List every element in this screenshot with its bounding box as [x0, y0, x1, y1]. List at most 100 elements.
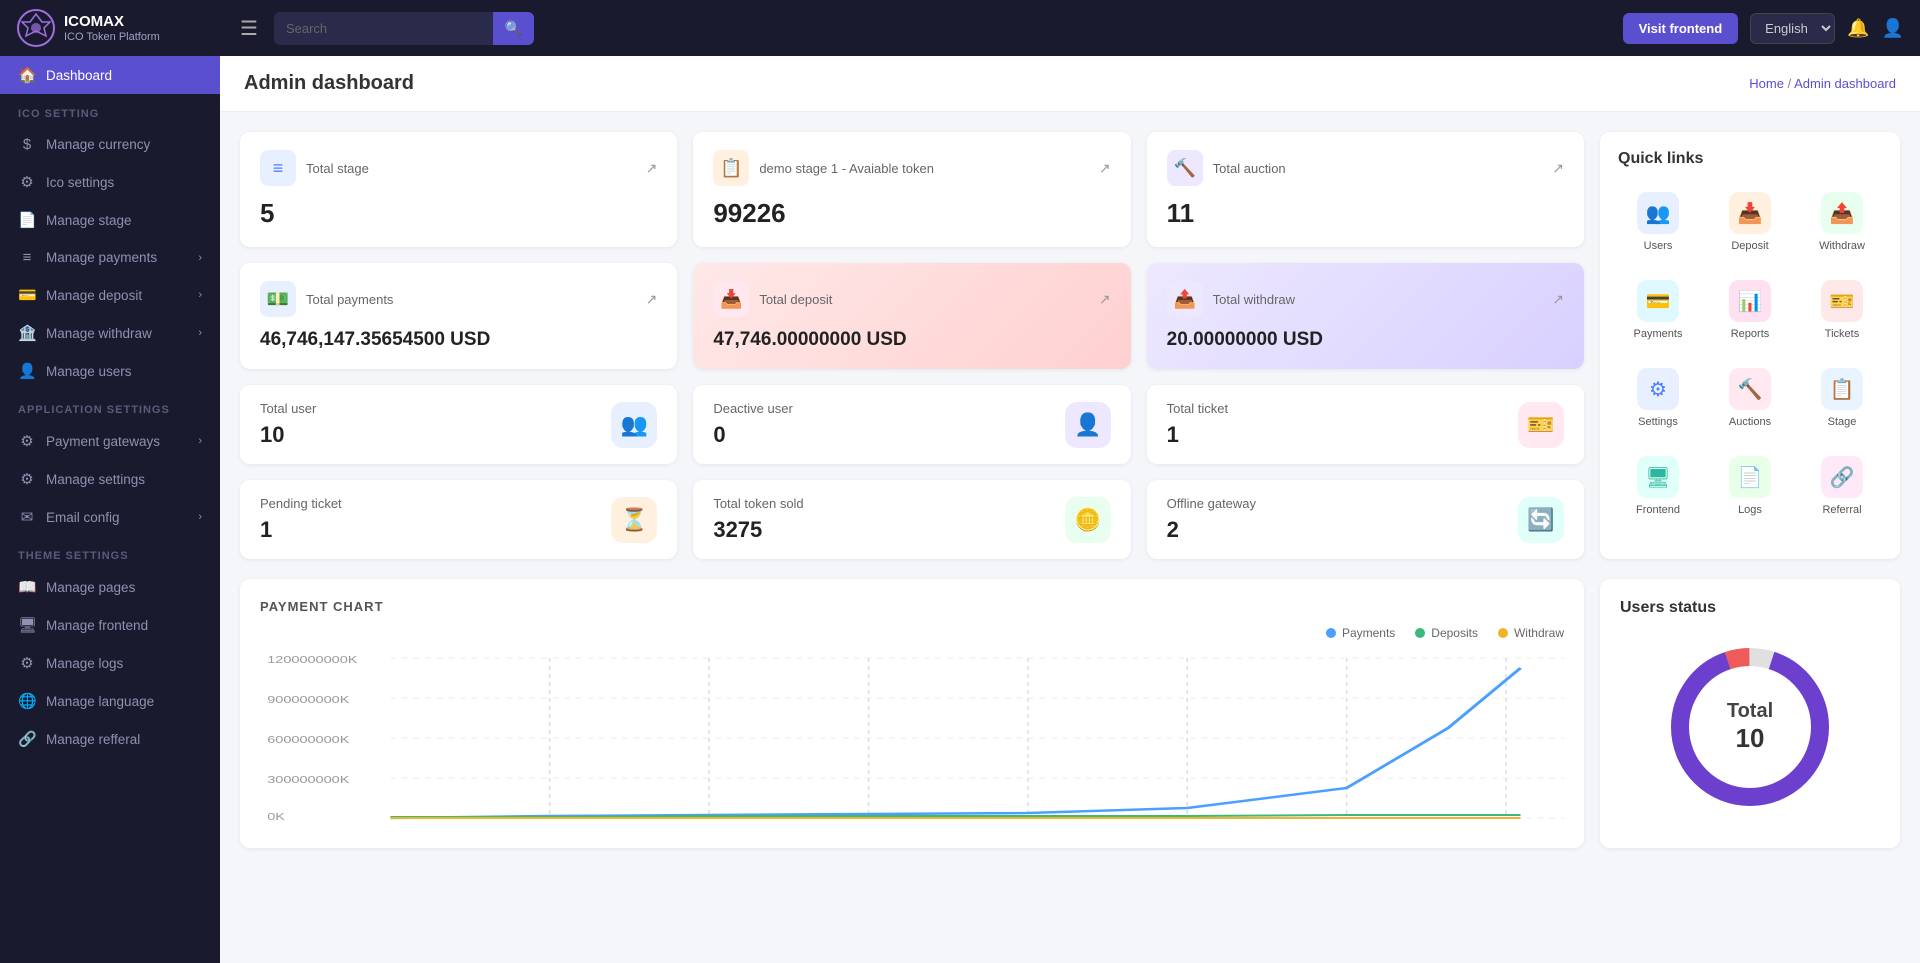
user-profile-icon[interactable]: 👤	[1882, 18, 1904, 39]
sidebar-item-manage-language[interactable]: 🌐 Manage language	[0, 682, 220, 720]
donut-center: Total 10	[1727, 700, 1773, 754]
total-deposit-arrow-icon[interactable]: ↗	[1099, 291, 1111, 308]
quick-link-payments-icon: 💳	[1637, 280, 1679, 322]
stat-card-deactive-user: Deactive user 0 👤	[693, 385, 1130, 464]
quick-link-payments[interactable]: 💳 Payments	[1618, 272, 1698, 348]
total-token-sold-label: Total token sold	[713, 496, 803, 511]
offline-gateway-icon: 🔄	[1518, 497, 1564, 543]
breadcrumb-home[interactable]: Home	[1749, 76, 1784, 91]
stat-card-total-deposit: 📥 Total deposit ↗ 47,746.00000000 USD	[693, 263, 1130, 369]
sidebar-item-manage-payments[interactable]: ≡ Manage payments ›	[0, 239, 220, 276]
quick-link-deposit[interactable]: 📥 Deposit	[1710, 184, 1790, 260]
search-input[interactable]	[274, 13, 493, 44]
sidebar-dashboard-label: Dashboard	[46, 68, 112, 83]
logo-icon	[16, 8, 56, 48]
gateways-icon: ⚙	[18, 432, 36, 450]
total-stage-arrow-icon[interactable]: ↗	[646, 160, 658, 177]
layout: 🏠 Dashboard ICO SETTING $ Manage currenc…	[0, 56, 1920, 963]
chart-svg: 1200000000K 900000000K 600000000K 300000…	[260, 648, 1564, 828]
stat-card-total-payments: 💵 Total payments ↗ 46,746,147.35654500 U…	[240, 263, 677, 369]
quick-link-settings-label: Settings	[1638, 416, 1678, 428]
sidebar-item-payment-gateways[interactable]: ⚙ Payment gateways ›	[0, 422, 220, 460]
quick-link-referral-icon: 🔗	[1821, 456, 1863, 498]
breadcrumb-current: Admin dashboard	[1794, 76, 1896, 91]
total-token-sold-value: 3275	[713, 517, 803, 543]
quick-link-frontend-icon: 🖥	[1637, 456, 1679, 498]
svg-text:0K: 0K	[267, 811, 286, 822]
total-auction-label: Total auction	[1213, 161, 1286, 176]
donut-total-value: 10	[1727, 723, 1773, 754]
sidebar-item-manage-pages[interactable]: 📖 Manage pages	[0, 568, 220, 606]
total-auction-arrow-icon[interactable]: ↗	[1552, 160, 1564, 177]
quick-link-tickets[interactable]: 🎫 Tickets	[1802, 272, 1882, 348]
sidebar-item-manage-logs[interactable]: ⚙ Manage logs	[0, 644, 220, 682]
deposit-icon: 💳	[18, 286, 36, 304]
sidebar-item-manage-currency[interactable]: $ Manage currency	[0, 126, 220, 163]
referral-icon: 🔗	[18, 730, 36, 748]
available-token-arrow-icon[interactable]: ↗	[1099, 160, 1111, 177]
sidebar-item-manage-users[interactable]: 👤 Manage users	[0, 352, 220, 390]
pages-icon: 📖	[18, 578, 36, 596]
stage-icon: 📄	[18, 211, 36, 229]
offline-gateway-label: Offline gateway	[1167, 496, 1256, 511]
svg-text:600000000K: 600000000K	[267, 734, 350, 745]
svg-text:1200000000K: 1200000000K	[267, 654, 358, 665]
quick-link-deposit-label: Deposit	[1731, 240, 1768, 252]
sidebar-item-ico-settings[interactable]: ⚙ Ico settings	[0, 163, 220, 201]
legend-payments-label: Payments	[1342, 626, 1395, 640]
quick-link-reports-label: Reports	[1731, 328, 1770, 340]
dashboard-grid: ≡ Total stage ↗ 5 📋 demo stage 1 - Avaia…	[220, 112, 1920, 579]
sidebar-section-theme: THEME SETTINGS	[0, 536, 220, 568]
users-status-title: Users status	[1620, 599, 1716, 617]
sidebar-item-dashboard[interactable]: 🏠 Dashboard	[0, 56, 220, 94]
total-user-icon: 👥	[611, 402, 657, 448]
quick-link-users[interactable]: 👥 Users	[1618, 184, 1698, 260]
navbar: ICOMAX ICO Token Platform ☰ 🔍 Visit fron…	[0, 0, 1920, 56]
main-header: Admin dashboard Home / Admin dashboard	[220, 56, 1920, 112]
quick-link-reports[interactable]: 📊 Reports	[1710, 272, 1790, 348]
stat-card-total-ticket: Total ticket 1 🎫	[1147, 385, 1584, 464]
search-button[interactable]: 🔍	[493, 12, 534, 45]
quick-link-withdraw[interactable]: 📤 Withdraw	[1802, 184, 1882, 260]
total-payments-value: 46,746,147.35654500 USD	[260, 329, 657, 351]
language-select[interactable]: English	[1750, 13, 1835, 44]
email-arrow-icon: ›	[198, 511, 202, 523]
quick-link-referral[interactable]: 🔗 Referral	[1802, 448, 1882, 524]
quick-link-stage-icon: 📋	[1821, 368, 1863, 410]
legend-withdraw: Withdraw	[1498, 626, 1564, 640]
sidebar-item-manage-deposit[interactable]: 💳 Manage deposit ›	[0, 276, 220, 314]
total-ticket-icon: 🎫	[1518, 402, 1564, 448]
quick-link-auctions[interactable]: 🔨 Auctions	[1710, 360, 1790, 436]
sidebar-item-manage-frontend[interactable]: 🖥 Manage frontend	[0, 606, 220, 644]
sidebar-item-email-config[interactable]: ✉ Email config ›	[0, 498, 220, 536]
legend-payments-dot	[1326, 628, 1336, 638]
visit-frontend-button[interactable]: Visit frontend	[1623, 13, 1739, 44]
quick-link-frontend[interactable]: 🖥 Frontend	[1618, 448, 1698, 524]
stat-card-total-withdraw: 📤 Total withdraw ↗ 20.00000000 USD	[1147, 263, 1584, 369]
quick-link-logs-icon: 📄	[1729, 456, 1771, 498]
quick-link-users-label: Users	[1644, 240, 1673, 252]
legend-deposits-dot	[1415, 628, 1425, 638]
sidebar-item-manage-withdraw[interactable]: 🏦 Manage withdraw ›	[0, 314, 220, 352]
quick-link-settings[interactable]: ⚙ Settings	[1618, 360, 1698, 436]
quick-link-stage[interactable]: 📋 Stage	[1802, 360, 1882, 436]
total-withdraw-arrow-icon[interactable]: ↗	[1552, 291, 1564, 308]
stat-card-total-stage: ≡ Total stage ↗ 5	[240, 132, 677, 247]
total-payments-icon: 💵	[260, 281, 296, 317]
total-withdraw-label: Total withdraw	[1213, 292, 1295, 307]
svg-text:900000000K: 900000000K	[267, 694, 350, 705]
total-payments-arrow-icon[interactable]: ↗	[646, 291, 658, 308]
available-token-label: demo stage 1 - Avaiable token	[759, 161, 934, 176]
logo: ICOMAX ICO Token Platform	[16, 8, 216, 48]
total-user-value: 10	[260, 422, 316, 448]
notifications-icon[interactable]: 🔔	[1847, 18, 1869, 39]
sidebar-item-manage-settings[interactable]: ⚙ Manage settings	[0, 460, 220, 498]
quick-link-stage-label: Stage	[1828, 416, 1857, 428]
payment-chart-card: PAYMENT CHART Payments Deposits Withdraw	[240, 579, 1584, 848]
legend-withdraw-label: Withdraw	[1514, 626, 1564, 640]
hamburger-button[interactable]: ☰	[240, 16, 258, 41]
quick-link-logs[interactable]: 📄 Logs	[1710, 448, 1790, 524]
sidebar-item-manage-stage[interactable]: 📄 Manage stage	[0, 201, 220, 239]
chart-area: 1200000000K 900000000K 600000000K 300000…	[260, 648, 1564, 828]
sidebar-item-manage-referral[interactable]: 🔗 Manage refferal	[0, 720, 220, 758]
